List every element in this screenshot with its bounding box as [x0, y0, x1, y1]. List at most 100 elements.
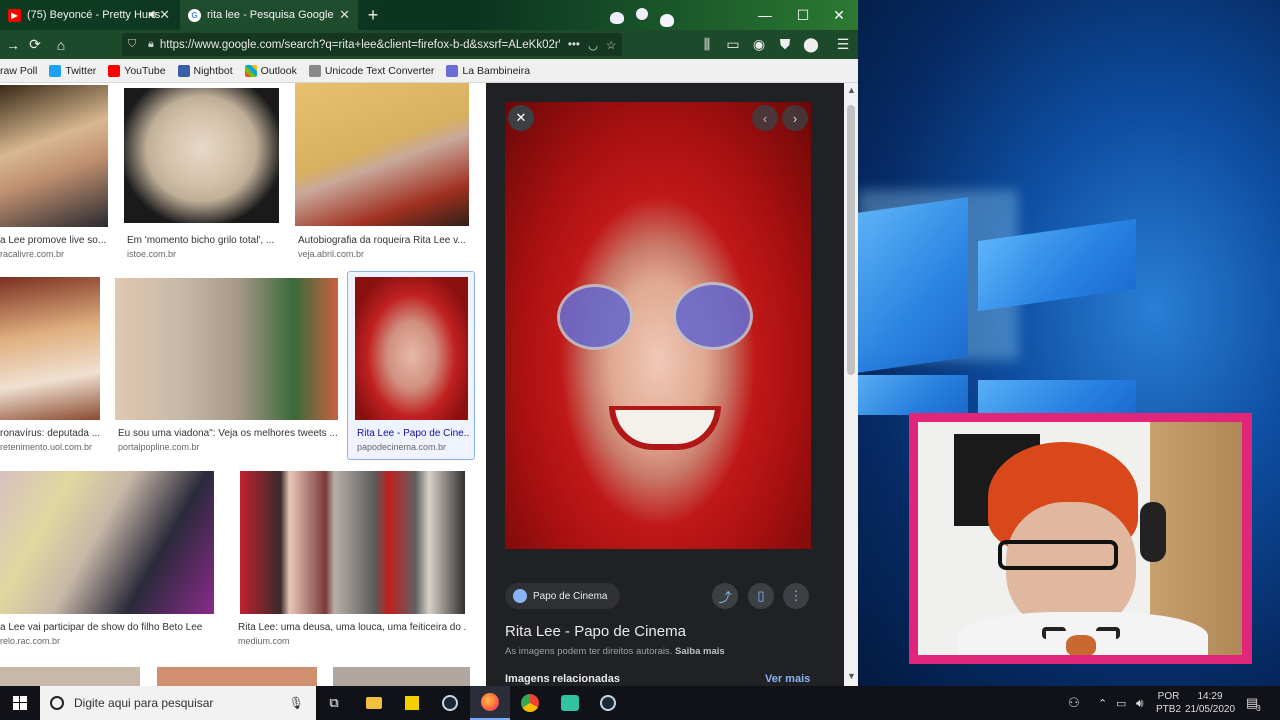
- shield-extension-icon[interactable]: ⛊: [772, 30, 798, 59]
- people-icon[interactable]: ⚇: [1068, 686, 1080, 720]
- windows-logo-pane: [858, 197, 968, 373]
- page-scrollbar[interactable]: ▲ ▼: [844, 83, 858, 686]
- bookmark-item[interactable]: raw Poll: [0, 65, 37, 77]
- network-icon[interactable]: ▭: [1116, 686, 1126, 720]
- pocket-icon[interactable]: ◡: [588, 38, 598, 52]
- bookmark-item[interactable]: YouTube: [108, 64, 166, 77]
- steam-icon[interactable]: [430, 686, 470, 720]
- close-icon[interactable]: ✕: [508, 105, 534, 131]
- preview-title[interactable]: Rita Lee - Papo de Cinema: [505, 623, 686, 640]
- bookmark-favicon: [446, 64, 459, 77]
- glasses-lens: [557, 284, 633, 350]
- close-tab-icon[interactable]: ✕: [339, 7, 350, 23]
- result-thumbnail[interactable]: [115, 278, 338, 420]
- google-icon: G: [188, 8, 201, 22]
- share-icon[interactable]: ⤴: [712, 583, 738, 609]
- notification-badge: 3: [1256, 703, 1261, 713]
- star-icon[interactable]: ☆: [606, 38, 616, 52]
- sidebar-icon[interactable]: ▭: [720, 30, 746, 59]
- navigation-bar: → ⟳ ⌂ ⛉ 🔒︎ https://www.google.com/search…: [0, 30, 858, 59]
- result-caption[interactable]: Rita Lee: uma deusa, uma louca, uma feit…: [238, 622, 466, 633]
- result-thumbnail[interactable]: [0, 667, 140, 686]
- start-button[interactable]: [0, 686, 40, 720]
- url-text[interactable]: https://www.google.com/search?q=rita+lee…: [160, 39, 560, 51]
- lock-icon[interactable]: 🔒︎: [148, 38, 154, 51]
- bookmark-item[interactable]: La Bambineira: [446, 64, 530, 77]
- steam-icon[interactable]: [588, 686, 628, 720]
- tab-title: rita lee - Pesquisa Google: [207, 9, 334, 21]
- firefox-icon[interactable]: [470, 686, 510, 720]
- preview-image[interactable]: [505, 102, 811, 549]
- chrome-icon[interactable]: [510, 686, 550, 720]
- result-caption[interactable]: a Lee vai participar de show do filho Be…: [0, 622, 214, 633]
- volume-icon[interactable]: 🔊︎: [1136, 686, 1144, 720]
- theme-decoration: [600, 4, 760, 30]
- related-images-heading: Imagens relacionadas: [505, 673, 620, 685]
- close-window-button[interactable]: ✕: [820, 0, 858, 30]
- scroll-up-icon[interactable]: ▲: [847, 85, 856, 95]
- extension-icon[interactable]: ⬤: [798, 30, 824, 59]
- address-bar[interactable]: ⛉ 🔒︎ https://www.google.com/search?q=rit…: [122, 33, 622, 56]
- result-caption[interactable]: Em 'momento bicho grilo total', ...: [127, 235, 282, 246]
- result-thumbnail[interactable]: [333, 667, 470, 686]
- bookmark-item[interactable]: Twitter: [49, 64, 96, 77]
- more-options-icon[interactable]: ⋮: [783, 583, 809, 609]
- result-thumbnail[interactable]: [0, 471, 214, 614]
- cortana-icon: [50, 696, 64, 710]
- image-results-grid: a Lee promove live so... racalivre.com.b…: [0, 83, 486, 686]
- minimize-button[interactable]: —: [746, 0, 784, 30]
- shield-icon[interactable]: ⛉: [128, 38, 136, 51]
- bookmark-item[interactable]: Nightbot: [177, 64, 233, 77]
- new-tab-button[interactable]: +: [360, 0, 386, 30]
- reindeer-emote-icon: [1042, 627, 1122, 655]
- scroll-down-icon[interactable]: ▼: [847, 671, 856, 681]
- result-thumbnail[interactable]: [0, 85, 108, 227]
- previous-icon[interactable]: ‹: [752, 105, 778, 131]
- notification-center-icon[interactable]: ▤ 3: [1246, 686, 1261, 720]
- bookmark-item[interactable]: Unicode Text Converter: [308, 64, 434, 77]
- scrollbar-thumb[interactable]: [847, 105, 855, 375]
- source-chip[interactable]: Papo de Cinema: [505, 583, 620, 609]
- home-icon[interactable]: ⌂: [48, 30, 74, 59]
- streamlabs-icon[interactable]: [550, 686, 590, 720]
- see-more-link[interactable]: Ver mais: [765, 673, 810, 685]
- firefox-window: ▶ (75) Beyoncé - Pretty Hurts 🔊︎ ✕ G rit…: [0, 0, 858, 686]
- result-caption[interactable]: ronavírus: deputada ...: [0, 428, 100, 439]
- page-actions-icon[interactable]: •••: [568, 39, 580, 51]
- taskbar-search-box[interactable]: Digite aqui para pesquisar 🎙︎: [40, 686, 316, 720]
- reload-icon[interactable]: ⟳: [22, 30, 48, 59]
- result-caption[interactable]: a Lee promove live so...: [0, 235, 108, 246]
- result-caption[interactable]: Eu sou uma viadona": Veja os melhores tw…: [118, 428, 338, 439]
- tab-youtube[interactable]: ▶ (75) Beyoncé - Pretty Hurts 🔊︎ ✕: [0, 0, 178, 30]
- result-caption[interactable]: Rita Lee - Papo de Cine...: [357, 428, 469, 439]
- result-thumbnail[interactable]: [240, 471, 465, 614]
- library-icon[interactable]: ⫼: [694, 30, 720, 59]
- result-thumbnail[interactable]: [124, 88, 279, 223]
- clock[interactable]: 14:29 21/05/2020: [1185, 686, 1235, 720]
- tab-google[interactable]: G rita lee - Pesquisa Google ✕: [180, 0, 358, 30]
- account-icon[interactable]: ◉: [746, 30, 772, 59]
- result-thumbnail[interactable]: [295, 83, 469, 226]
- menu-icon[interactable]: ☰: [830, 30, 856, 59]
- language-indicator[interactable]: POR PTB2: [1156, 686, 1181, 720]
- maximize-button[interactable]: ☐: [784, 0, 822, 30]
- windows-logo-pane: [858, 375, 968, 415]
- file-explorer-icon[interactable]: [354, 686, 394, 720]
- result-thumbnail[interactable]: [157, 667, 317, 686]
- youtube-icon: [108, 64, 121, 77]
- result-source: medium.com: [238, 636, 290, 646]
- bookmark-item[interactable]: Outlook: [244, 64, 297, 77]
- save-bookmark-icon[interactable]: ▯: [748, 583, 774, 609]
- task-view-icon[interactable]: ⧉: [314, 686, 354, 720]
- result-thumbnail-selected[interactable]: [355, 277, 468, 420]
- close-tab-icon[interactable]: ✕: [159, 7, 170, 23]
- youtube-icon: ▶: [8, 8, 21, 22]
- sticky-notes-icon[interactable]: [392, 686, 432, 720]
- next-icon[interactable]: ›: [782, 105, 808, 131]
- learn-more-link[interactable]: Saiba mais: [675, 646, 725, 657]
- show-hidden-icons[interactable]: ⌃: [1098, 686, 1107, 720]
- speaker-icon[interactable]: 🔊︎: [149, 9, 156, 22]
- microphone-icon[interactable]: 🎙︎: [289, 696, 304, 710]
- result-thumbnail[interactable]: [0, 277, 100, 420]
- result-caption[interactable]: Autobiografia da roqueira Rita Lee v...: [298, 235, 468, 246]
